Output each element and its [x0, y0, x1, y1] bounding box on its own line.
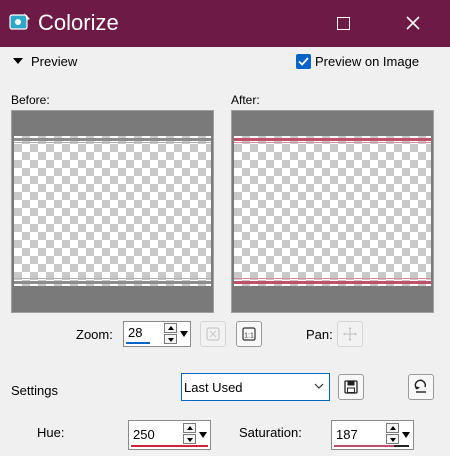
saturation-increment-button[interactable] [386, 423, 399, 433]
move-cross-icon [343, 327, 357, 341]
before-top-stripe-thin [14, 142, 211, 143]
zoom-fit-icon [206, 327, 220, 341]
window-title: Colorize [38, 10, 119, 35]
floppy-disk-icon [344, 380, 358, 394]
preset-select[interactable]: Last Used [181, 373, 330, 401]
saturation-color-indicator [334, 445, 394, 447]
checkmark-icon [298, 57, 309, 66]
pan-button[interactable] [337, 321, 363, 347]
zoom-value: 28 [128, 325, 143, 340]
colorize-app-icon [9, 13, 30, 30]
after-top-stripe-thin [234, 142, 431, 143]
preview-section-header: Preview Preview on Image [0, 47, 450, 77]
saturation-dropdown-arrow[interactable] [402, 432, 410, 438]
hue-spin-buttons [183, 423, 196, 445]
svg-text:1:1: 1:1 [244, 333, 254, 340]
after-bottom-stripe-thin [234, 278, 431, 279]
preview-on-image-label[interactable]: Preview on Image [315, 54, 419, 69]
zoom-decrement-button[interactable] [164, 334, 177, 344]
zoom-increment-button[interactable] [164, 323, 177, 333]
hue-color-indicator [131, 445, 208, 447]
zoom-fit-button[interactable] [200, 321, 226, 347]
zoom-spin-buttons [164, 323, 177, 345]
after-preview[interactable] [231, 110, 434, 313]
chevron-down-icon [314, 383, 324, 389]
before-bottom-stripe [14, 281, 211, 284]
saturation-dark-indicator [394, 445, 409, 447]
after-bottom-stripe [234, 281, 431, 284]
preset-value: Last Used [184, 380, 243, 395]
after-checkerboard [234, 136, 431, 286]
settings-label: Settings [11, 383, 58, 398]
hue-increment-button[interactable] [183, 423, 196, 433]
saturation-spinner[interactable]: 187 [331, 420, 414, 450]
zoom-label: Zoom: [76, 327, 113, 342]
close-icon [406, 16, 420, 30]
before-label: Before: [11, 93, 50, 107]
close-button[interactable] [398, 8, 428, 38]
pan-label: Pan: [306, 327, 333, 342]
save-preset-button[interactable] [338, 374, 364, 400]
hue-label: Hue: [37, 425, 65, 440]
before-bottom-stripe-thin [14, 278, 211, 279]
saturation-spin-buttons [386, 423, 399, 445]
before-preview[interactable] [11, 110, 214, 313]
hue-dropdown-arrow[interactable] [199, 432, 207, 438]
after-label: After: [231, 93, 260, 107]
actual-size-icon: 1:1 [242, 327, 256, 341]
preview-on-image-checkbox[interactable] [296, 54, 311, 69]
saturation-value: 187 [336, 427, 358, 442]
before-top-stripe [14, 138, 211, 141]
hue-value: 250 [133, 427, 155, 442]
after-top-stripe [234, 138, 431, 141]
triangle-down-icon[interactable] [13, 58, 23, 64]
zoom-spinner[interactable]: 28 [123, 321, 191, 347]
hue-spinner[interactable]: 250 [128, 420, 211, 450]
reset-defaults-button[interactable] [408, 374, 434, 400]
zoom-dropdown-arrow[interactable] [180, 331, 188, 337]
actual-size-button[interactable]: 1:1 [236, 321, 262, 347]
title-bar: Colorize [0, 0, 450, 47]
saturation-decrement-button[interactable] [386, 434, 399, 444]
before-checkerboard [14, 136, 211, 286]
zoom-underline [126, 342, 150, 344]
reset-defaults-icon [414, 379, 427, 393]
saturation-label: Saturation: [239, 425, 302, 440]
preview-section-label: Preview [31, 54, 78, 69]
maximize-button[interactable] [328, 8, 358, 38]
hue-decrement-button[interactable] [183, 434, 196, 444]
